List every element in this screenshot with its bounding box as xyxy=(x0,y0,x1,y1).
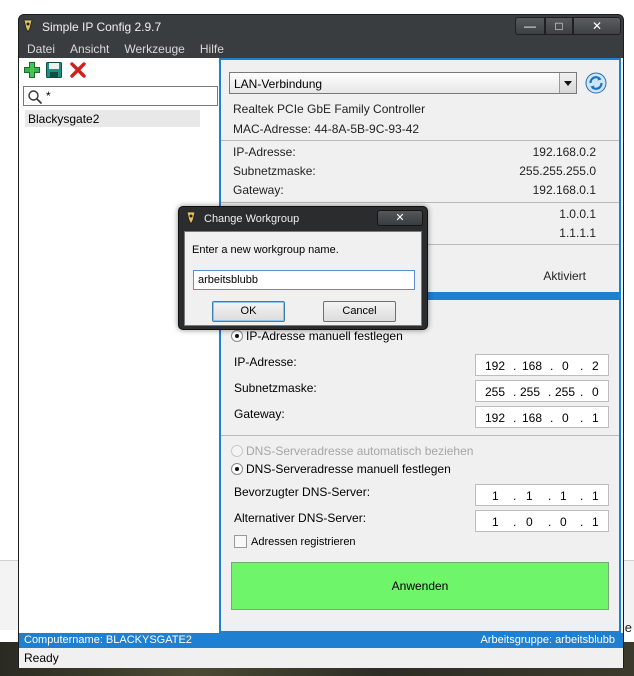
gateway-label: Gateway: xyxy=(234,407,285,421)
refresh-icon[interactable] xyxy=(585,72,607,94)
alternate-dns-label: Alternativer DNS-Server: xyxy=(234,511,367,525)
workgroup-input[interactable] xyxy=(193,270,415,290)
current-subnet-value: 255.255.255.0 xyxy=(519,164,596,178)
dialog-close-button[interactable]: ✕ xyxy=(377,210,423,226)
app-icon xyxy=(186,211,196,225)
adapter-mac: MAC-Adresse: 44-8A-5B-9C-93-42 xyxy=(233,122,420,136)
divider xyxy=(221,435,619,436)
current-gateway-value: 192.168.0.1 xyxy=(532,183,596,197)
ip-address-label: IP-Adresse: xyxy=(234,355,297,369)
main-window: Simple IP Config 2.9.7 — □ ✕ Datei Ansich… xyxy=(18,14,624,668)
dialog-prompt: Enter a new workgroup name. xyxy=(192,244,339,256)
title-bar[interactable]: Simple IP Config 2.9.7 — □ ✕ xyxy=(19,15,623,39)
divider xyxy=(221,140,619,141)
menu-bar: Datei Ansicht Werkzeuge Hilfe xyxy=(19,40,623,58)
profile-pane: Blackysgate2 xyxy=(19,58,221,633)
workgroup-text: Arbeitsgruppe: arbeitsblubb xyxy=(480,634,615,646)
current-gateway-label: Gateway: xyxy=(233,183,284,197)
menu-hilfe[interactable]: Hilfe xyxy=(192,40,231,56)
save-icon[interactable] xyxy=(45,61,63,79)
current-ip-value: 192.168.0.2 xyxy=(532,145,596,159)
subnet-mask-field[interactable]: 255. 255. 255. 0 xyxy=(475,380,609,402)
minimize-button[interactable]: — xyxy=(515,17,545,35)
current-subnet-label: Subnetzmaske: xyxy=(233,164,316,178)
background-text: e xyxy=(624,620,632,635)
divider xyxy=(221,202,619,203)
current-dns2-value: 1.1.1.1 xyxy=(559,226,596,240)
delete-icon[interactable] xyxy=(69,61,87,79)
current-dhcp-value: Aktiviert xyxy=(543,269,586,283)
adapter-dropdown[interactable]: LAN-Verbindung xyxy=(229,72,577,94)
register-addresses-label: Adressen registrieren xyxy=(251,536,356,548)
info-bar: Computername: BLACKYSGATE2 Arbeitsgruppe… xyxy=(19,633,623,648)
dns-auto-label: DNS-Serveradresse automatisch beziehen xyxy=(246,444,474,458)
adapter-description: Realtek PCIe GbE Family Controller xyxy=(233,102,426,116)
ip-manual-radio[interactable] xyxy=(231,330,243,342)
app-icon xyxy=(23,19,33,33)
dns-manual-radio[interactable] xyxy=(231,463,243,475)
current-dns1-value: 1.0.0.1 xyxy=(559,207,596,221)
register-addresses-checkbox[interactable] xyxy=(234,535,247,548)
adapter-pane: LAN-Verbindung Realtek PCIe GbE Family C… xyxy=(221,58,621,633)
close-button[interactable]: ✕ xyxy=(573,17,621,35)
ok-button[interactable]: OK xyxy=(212,301,285,322)
apply-button[interactable]: Anwenden xyxy=(231,562,609,610)
menu-ansicht[interactable]: Ansicht xyxy=(62,40,116,56)
search-icon xyxy=(28,90,43,105)
search-input[interactable] xyxy=(46,88,214,104)
ip-address-field[interactable]: 192. 168. 0. 2 xyxy=(475,354,609,376)
cancel-button[interactable]: Cancel xyxy=(323,301,396,322)
client-area: Blackysgate2 LAN-Verbindung Realtek PCIe… xyxy=(19,58,623,668)
dialog-body: Enter a new workgroup name. OK Cancel xyxy=(184,231,422,326)
gateway-field[interactable]: 192. 168. 0. 1 xyxy=(475,406,609,428)
subnet-mask-label: Subnetzmaske: xyxy=(234,381,317,395)
search-box[interactable] xyxy=(23,86,218,106)
add-icon[interactable] xyxy=(23,61,41,79)
dns-manual-label: DNS-Serveradresse manuell festlegen xyxy=(246,462,451,476)
menu-datei[interactable]: Datei xyxy=(19,40,62,56)
preferred-dns-field[interactable]: 1.1.1.1 xyxy=(475,484,609,506)
dns-auto-radio[interactable] xyxy=(231,445,243,457)
profile-list-item[interactable]: Blackysgate2 xyxy=(25,110,200,127)
maximize-button[interactable]: □ xyxy=(545,17,573,35)
dialog-title: Change Workgroup xyxy=(204,213,300,225)
computername-text: Computername: BLACKYSGATE2 xyxy=(24,634,192,646)
chevron-down-icon[interactable] xyxy=(559,73,576,93)
menu-werkzeuge[interactable]: Werkzeuge xyxy=(116,40,191,56)
status-text: Ready xyxy=(24,651,59,665)
adapter-dropdown-value: LAN-Verbindung xyxy=(234,77,323,91)
window-title: Simple IP Config 2.9.7 xyxy=(42,20,162,34)
preferred-dns-label: Bevorzugter DNS-Server: xyxy=(234,485,371,499)
status-bar: Ready xyxy=(19,648,623,668)
change-workgroup-dialog: Change Workgroup ✕ Enter a new workgroup… xyxy=(178,206,428,330)
alternate-dns-field[interactable]: 1.0.0.1 xyxy=(475,510,609,532)
current-ip-label: IP-Adresse: xyxy=(233,145,296,159)
ip-manual-label: IP-Adresse manuell festlegen xyxy=(246,329,403,343)
